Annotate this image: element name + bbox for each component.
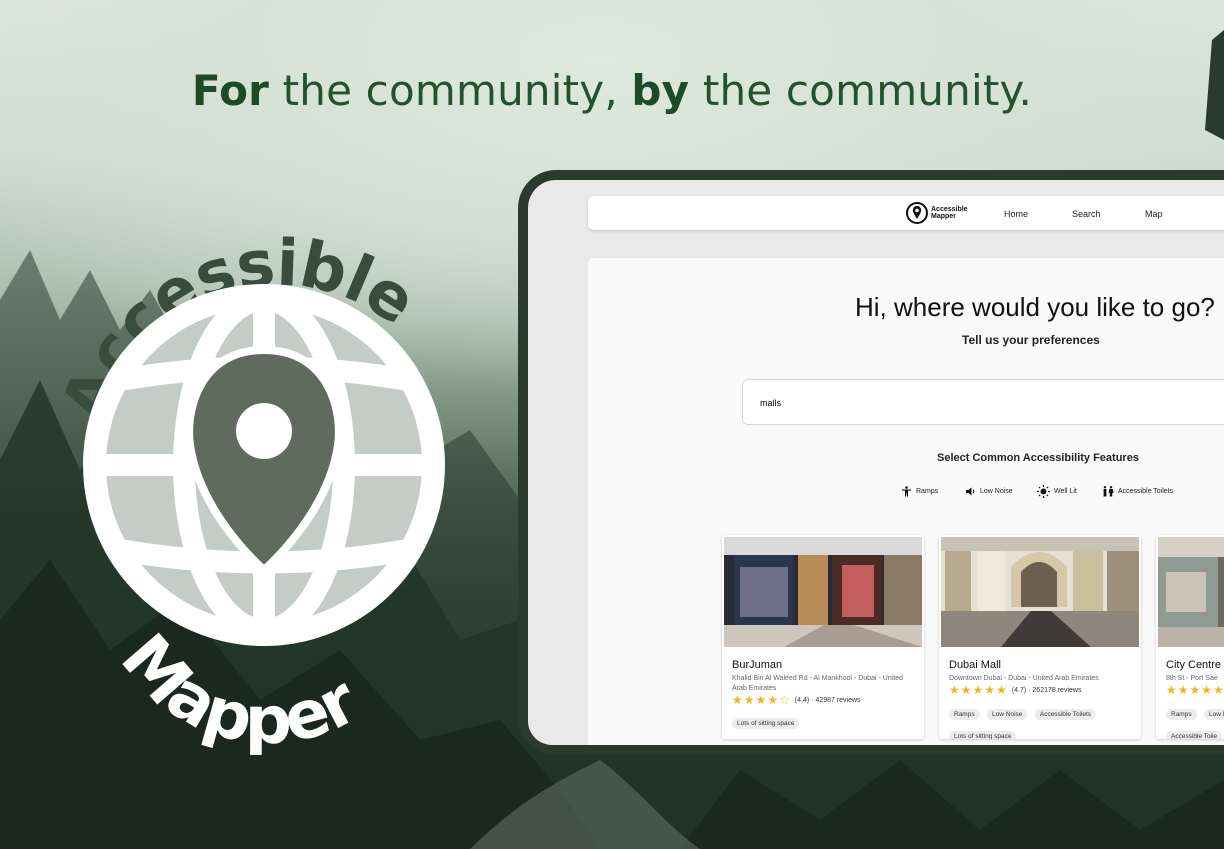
- tag: Low N: [1204, 709, 1224, 720]
- result-card-burjuman[interactable]: BurJuman Khalid Bin Al Waleed Rd - Al Ma…: [722, 535, 924, 739]
- greeting-title: Hi, where would you like to go?: [855, 292, 1215, 322]
- tag-list: Ramps Low Noise Accessible Toilets Lots …: [949, 703, 1139, 739]
- result-card-dubai-mall[interactable]: Dubai Mall Downtown Dubai - Dubai - Unit…: [939, 535, 1141, 739]
- place-photo: [724, 537, 922, 647]
- headline: For the community, by the community.: [191, 66, 1033, 115]
- place-name: BurJuman: [732, 659, 783, 671]
- tag: Lots of sitting space: [949, 731, 1017, 739]
- rating-text: (4.4) · 42987 reviews: [794, 696, 861, 704]
- nav-search[interactable]: Search: [1072, 209, 1101, 219]
- tag-list: Lots of sitting space: [732, 712, 922, 734]
- star-rating-icons: ★★★★★: [1166, 683, 1224, 697]
- tag: Ramps: [1166, 709, 1197, 720]
- nav-map[interactable]: Map: [1145, 209, 1163, 219]
- ramp-person-icon: [902, 485, 911, 496]
- feature-label: Well Lit: [1054, 487, 1077, 495]
- feature-label: Low Noise: [980, 487, 1013, 495]
- star-rating-icons: ★★★★☆: [732, 693, 791, 707]
- place-photo: [941, 537, 1139, 647]
- tag: Lots of sitting space: [732, 718, 800, 729]
- nav-home[interactable]: Home: [1004, 209, 1028, 219]
- feature-chip-ramps[interactable]: Ramps: [901, 484, 938, 498]
- tag: Accessible Toilets: [1034, 709, 1097, 720]
- main-panel: Hi, where would you like to go? Tell us …: [588, 258, 1224, 745]
- feature-label: Accessible Toilets: [1118, 487, 1174, 495]
- place-rating: ★★★★☆ (4.4) · 42987 reviews: [732, 693, 861, 707]
- place-rating: ★★★★★: [1166, 683, 1224, 697]
- feature-chip-well-lit[interactable]: Well Lit: [1037, 484, 1077, 498]
- features-title: Select Common Accessibility Features: [937, 452, 1139, 464]
- search-input[interactable]: [758, 397, 1162, 409]
- brand[interactable]: Accessible Mapper: [906, 202, 968, 224]
- tag: Ramps: [949, 709, 980, 720]
- app-screen: Accessible Mapper Home Search Map Hi, whe…: [528, 180, 1224, 745]
- brand-logo-icon: [906, 202, 928, 224]
- tag-list: Ramps Low N Accessible Toile: [1166, 703, 1224, 739]
- accessible-mapper-logo: Accessible Mapper: [48, 227, 445, 755]
- place-rating: ★★★★★ (4.7) · 262178 reviews: [949, 683, 1081, 697]
- feature-label: Ramps: [916, 487, 939, 495]
- feature-chip-accessible-toilets[interactable]: Accessible Toilets: [1102, 484, 1173, 498]
- search-field[interactable]: [742, 379, 1224, 425]
- sun-icon: [1037, 484, 1050, 498]
- rating-text: (4.7) · 262178 reviews: [1011, 686, 1082, 694]
- place-address: Khalid Bin Al Waleed Rd - Al Mankhool - …: [732, 675, 903, 692]
- preferences-subtitle: Tell us your preferences: [962, 333, 1100, 347]
- place-photo: [1158, 537, 1224, 647]
- feature-chip-low-noise[interactable]: Low Noise: [965, 484, 1013, 498]
- brand-line1: Accessible: [931, 206, 968, 213]
- tag: Low Noise: [987, 709, 1028, 720]
- brand-line2: Mapper: [931, 213, 956, 220]
- toilet-icon: [1103, 485, 1114, 496]
- tag: Accessible Toile: [1166, 731, 1223, 739]
- top-navbar: Accessible Mapper Home Search Map: [588, 196, 1224, 230]
- place-name: Dubai Mall: [949, 659, 1001, 671]
- star-rating-icons: ★★★★★: [949, 683, 1008, 697]
- result-card-city-centre[interactable]: City Centre 8th St - Port Sae ★★★★★ Ramp…: [1156, 535, 1224, 739]
- speaker-icon: [966, 487, 975, 495]
- place-name: City Centre: [1166, 659, 1222, 671]
